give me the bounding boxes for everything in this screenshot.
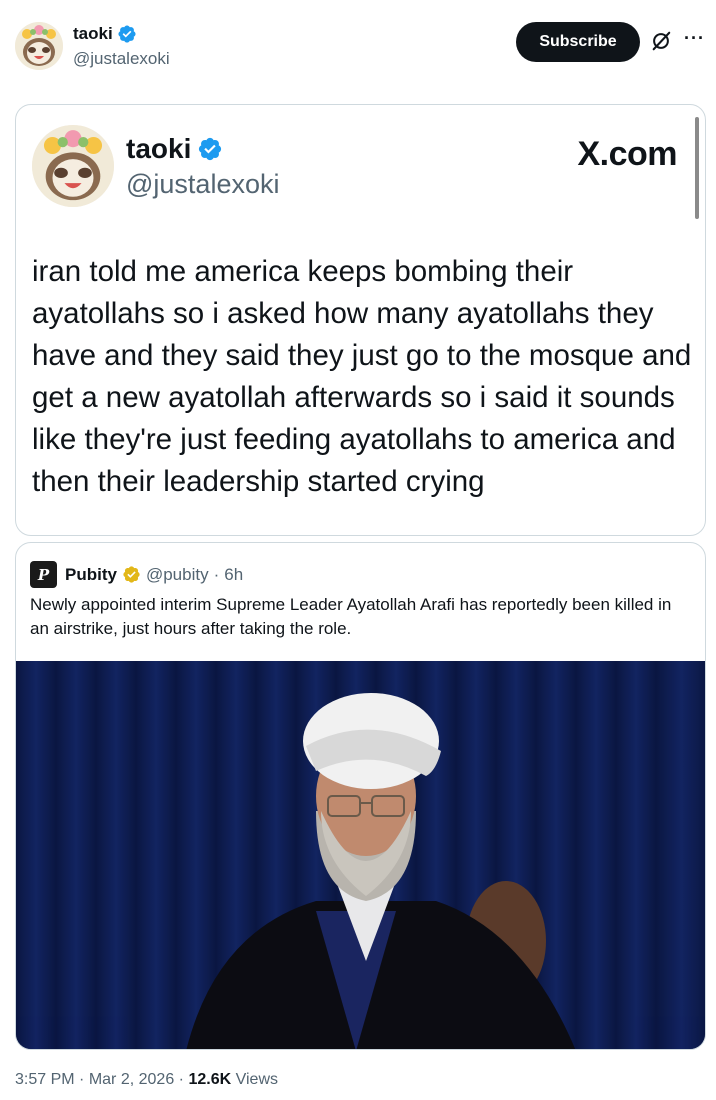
- embedded-tweet-screenshot[interactable]: taoki @justalexoki X.com iran told me am…: [15, 104, 706, 536]
- separator-dot: ·: [79, 1071, 85, 1088]
- author-name[interactable]: taoki: [73, 24, 113, 44]
- tweet-date[interactable]: Mar 2, 2026: [89, 1071, 174, 1088]
- x-brand-logo: X.com: [577, 135, 677, 173]
- tweet-header: taoki @justalexoki Subscribe ···: [0, 0, 716, 90]
- quoted-author-name[interactable]: Pubity: [65, 565, 117, 585]
- pubity-logo-icon[interactable]: P: [30, 561, 57, 588]
- author-handle[interactable]: @justalexoki: [73, 49, 170, 69]
- grok-icon[interactable]: [650, 30, 672, 52]
- more-options-icon[interactable]: ···: [684, 28, 705, 49]
- tweet-meta: 3:57 PM · Mar 2, 2026 · 12.6K Views: [15, 1071, 278, 1089]
- quoted-author-handle[interactable]: @pubity: [146, 565, 209, 585]
- screenshot-author-name: taoki: [126, 133, 192, 164]
- views-label: Views: [235, 1071, 278, 1088]
- screenshot-tweet-text: iran told me america keeps bombing their…: [32, 255, 692, 498]
- verified-badge-icon: [118, 25, 136, 43]
- quoted-tweet-photo[interactable]: [16, 661, 705, 1049]
- views-count[interactable]: 12.6K: [188, 1071, 231, 1088]
- verified-gold-badge-icon: [123, 566, 140, 583]
- quoted-tweet-text: Newly appointed interim Supreme Leader A…: [30, 595, 672, 638]
- subscribe-button[interactable]: Subscribe: [516, 22, 640, 62]
- author-avatar[interactable]: [15, 22, 63, 70]
- tweet-time[interactable]: 3:57 PM: [15, 1071, 75, 1088]
- quoted-tweet-card[interactable]: P Pubity @pubity · 6h Newly appointed in…: [15, 542, 706, 1050]
- screenshot-author-handle: @justalexoki: [126, 169, 280, 199]
- quoted-time[interactable]: 6h: [224, 565, 243, 585]
- separator-dot: ·: [178, 1071, 184, 1088]
- screenshot-scrollbar: [695, 117, 699, 219]
- screenshot-name-row: taoki: [126, 133, 223, 165]
- verified-badge-icon: [199, 137, 222, 161]
- author-name-row[interactable]: taoki: [73, 24, 137, 44]
- screenshot-avatar: [32, 125, 114, 207]
- separator-dot: ·: [213, 564, 220, 584]
- quoted-tweet-header: P Pubity @pubity · 6h: [30, 561, 243, 588]
